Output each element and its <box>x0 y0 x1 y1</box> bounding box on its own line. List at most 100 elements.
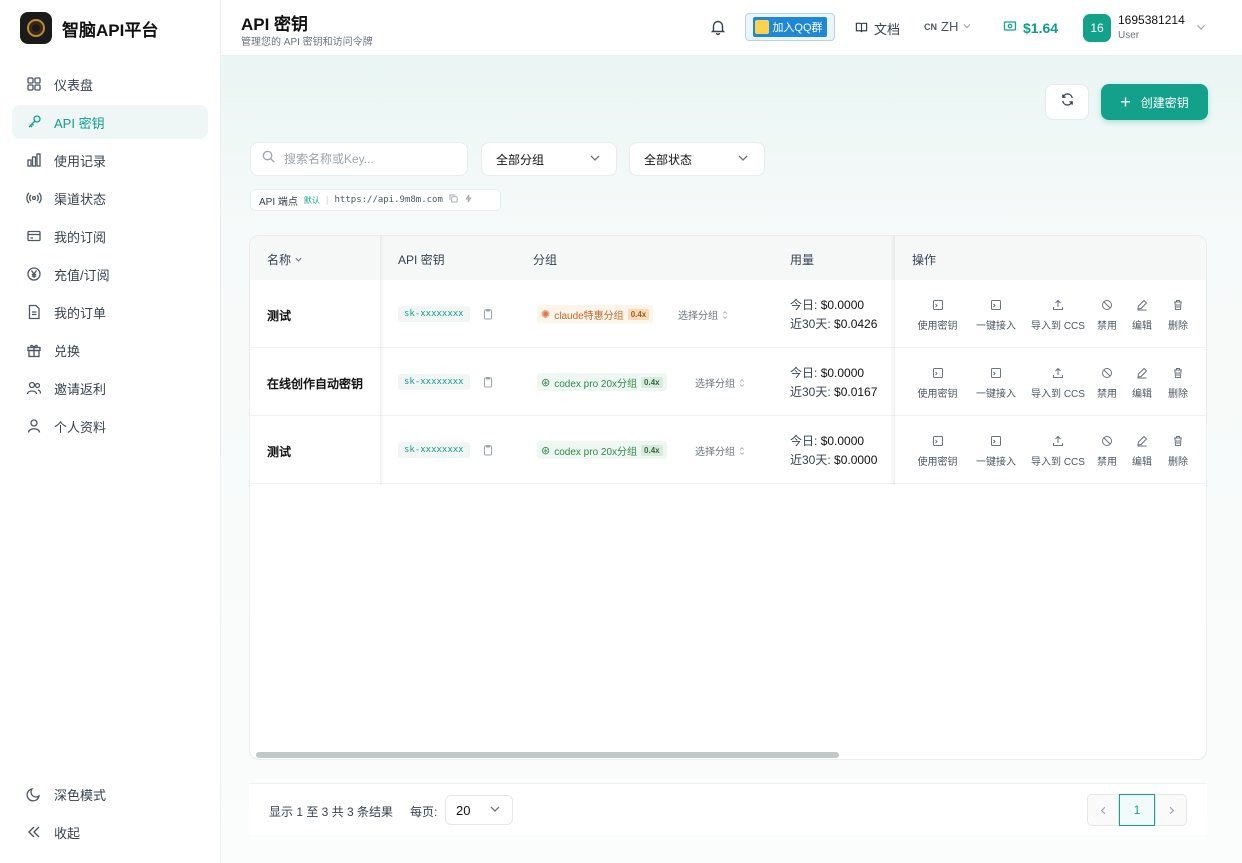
join-qq-group-button[interactable]: 加入QQ群 <box>745 13 835 41</box>
sidebar-bottom: 深色模式 收起 <box>12 777 208 853</box>
sidebar-item-label: 我的订单 <box>54 305 107 321</box>
disable-button[interactable]: 禁用 <box>1089 299 1125 332</box>
status-filter-select[interactable]: 全部状态 <box>629 142 765 176</box>
sidebar-item-recharge[interactable]: 充值/订阅 <box>12 257 208 291</box>
ban-icon <box>1101 367 1113 382</box>
sort-icon <box>739 446 745 455</box>
create-key-button[interactable]: + 创建密钥 <box>1101 84 1208 120</box>
sidebar-item-api-keys[interactable]: API 密钥 <box>12 105 208 139</box>
sticky-column-shadow <box>890 236 895 485</box>
sidebar-item-label: 邀请返利 <box>54 381 107 397</box>
import-to-ccs-button[interactable]: 导入到 CCS <box>1027 367 1089 400</box>
use-key-button[interactable]: 使用密钥 <box>910 299 965 332</box>
delete-button[interactable]: 删除 <box>1159 299 1197 332</box>
sidebar-item-referral[interactable]: 邀请返利 <box>12 371 208 405</box>
sidebar-item-channel-status[interactable]: 渠道状态 <box>12 181 208 215</box>
user-name[interactable]: 1695381214 <box>1118 13 1185 27</box>
import-to-ccs-button[interactable]: 导入到 CCS <box>1027 435 1089 468</box>
clipboard-icon[interactable] <box>482 375 494 393</box>
wallet-icon <box>1003 19 1017 36</box>
usage-cell: 今日: $0.0000 近30天: $0.0167 <box>790 364 877 402</box>
today-label: 今日: <box>790 366 818 380</box>
select-group-button[interactable]: 选择分组 <box>678 307 728 322</box>
lang-code: CN <box>924 21 937 32</box>
bar-chart-icon <box>26 152 42 168</box>
use-key-icon <box>932 299 944 314</box>
use-key-button[interactable]: 使用密钥 <box>910 367 965 400</box>
key-name: 在线创作自动密钥 <box>267 377 364 391</box>
edit-button[interactable]: 编辑 <box>1125 435 1159 468</box>
avatar[interactable]: 16 <box>1083 14 1111 42</box>
column-header-usage: 用量 <box>790 253 815 267</box>
sidebar-item-orders[interactable]: 我的订单 <box>12 295 208 329</box>
action-label: 禁用 <box>1097 321 1117 332</box>
copy-icon[interactable] <box>449 194 458 206</box>
sidebar-item-profile[interactable]: 个人资料 <box>12 409 208 443</box>
api-key-value: sk-xxxxxxxx <box>398 306 470 322</box>
sidebar-item-usage[interactable]: 使用记录 <box>12 143 208 177</box>
claude-icon: ✺ <box>541 308 551 321</box>
per-page-select[interactable]: 20 <box>445 795 513 825</box>
signal-icon <box>26 190 42 206</box>
endpoint-label: API 端点 <box>259 196 298 208</box>
horizontal-scrollbar[interactable] <box>256 752 839 758</box>
search-input[interactable] <box>284 152 454 166</box>
action-label: 一键接入 <box>976 457 1016 468</box>
collapse-sidebar-button[interactable]: 收起 <box>12 815 208 849</box>
group-ratio: 0.4x <box>627 308 650 320</box>
one-click-connect-button[interactable]: 一键接入 <box>965 299 1027 332</box>
collapse-label: 收起 <box>54 825 81 841</box>
dashboard-icon <box>26 76 42 92</box>
dark-mode-label: 深色模式 <box>54 787 107 803</box>
row-actions: 使用密钥 一键接入 导入到 CCS 禁用 编辑 删除 <box>910 435 1197 468</box>
table-header: 名称 API 密钥 分组 用量 操作 <box>250 236 1206 280</box>
group-name: claude特惠分组 <box>554 310 624 322</box>
action-label: 使用密钥 <box>917 321 958 332</box>
dark-mode-toggle[interactable]: 深色模式 <box>12 777 208 811</box>
edit-icon <box>1136 435 1148 450</box>
action-label: 导入到 CCS <box>1031 457 1085 468</box>
speed-test-icon[interactable] <box>464 194 473 206</box>
group-filter-select[interactable]: 全部分组 <box>481 142 617 176</box>
page-button-current[interactable]: 1 <box>1119 794 1155 826</box>
select-group-button[interactable]: 选择分组 <box>695 443 745 458</box>
sidebar-item-subscriptions[interactable]: 我的订阅 <box>12 219 208 253</box>
action-label: 删除 <box>1168 389 1188 400</box>
delete-button[interactable]: 删除 <box>1159 367 1197 400</box>
column-header-name[interactable]: 名称 <box>267 251 303 268</box>
sidebar-item-redeem[interactable]: 兑换 <box>12 333 208 367</box>
one-click-connect-button[interactable]: 一键接入 <box>965 435 1027 468</box>
endpoint-url: https://api.9m8m.com <box>334 195 443 205</box>
action-label: 导入到 CCS <box>1031 321 1085 332</box>
action-label: 编辑 <box>1132 457 1152 468</box>
balance[interactable]: $1.64 <box>1003 19 1058 36</box>
action-label: 使用密钥 <box>917 389 958 400</box>
import-to-ccs-button[interactable]: 导入到 CCS <box>1027 299 1089 332</box>
chevron-down-icon[interactable] <box>1195 20 1207 38</box>
previous-page-button[interactable] <box>1087 794 1119 826</box>
brand[interactable]: 智脑API平台 <box>20 12 158 44</box>
edit-button[interactable]: 编辑 <box>1125 367 1159 400</box>
sidebar-item-label: 兑换 <box>54 343 81 359</box>
action-label: 删除 <box>1168 457 1188 468</box>
edit-button[interactable]: 编辑 <box>1125 299 1159 332</box>
docs-link[interactable]: 文档 <box>855 19 900 38</box>
disable-button[interactable]: 禁用 <box>1089 435 1125 468</box>
main-content: + 创建密钥 全部分组 全部状态 API 端点 默认 | https://api… <box>221 56 1242 863</box>
refresh-button[interactable] <box>1045 84 1089 120</box>
chevron-down-icon <box>962 19 972 34</box>
bell-icon[interactable] <box>709 18 727 36</box>
language-selector[interactable]: CN ZH <box>924 19 972 34</box>
clipboard-icon[interactable] <box>482 307 494 325</box>
select-group-button[interactable]: 选择分组 <box>695 375 745 390</box>
clipboard-icon[interactable] <box>482 443 494 461</box>
delete-button[interactable]: 删除 <box>1159 435 1197 468</box>
next-page-button[interactable] <box>1155 794 1187 826</box>
action-label: 禁用 <box>1097 457 1117 468</box>
use-key-button[interactable]: 使用密钥 <box>910 435 965 468</box>
sidebar-item-dashboard[interactable]: 仪表盘 <box>12 67 208 101</box>
disable-button[interactable]: 禁用 <box>1089 367 1125 400</box>
sidebar-item-label: 使用记录 <box>54 153 107 169</box>
one-click-connect-button[interactable]: 一键接入 <box>965 367 1027 400</box>
key-name: 测试 <box>267 445 292 459</box>
